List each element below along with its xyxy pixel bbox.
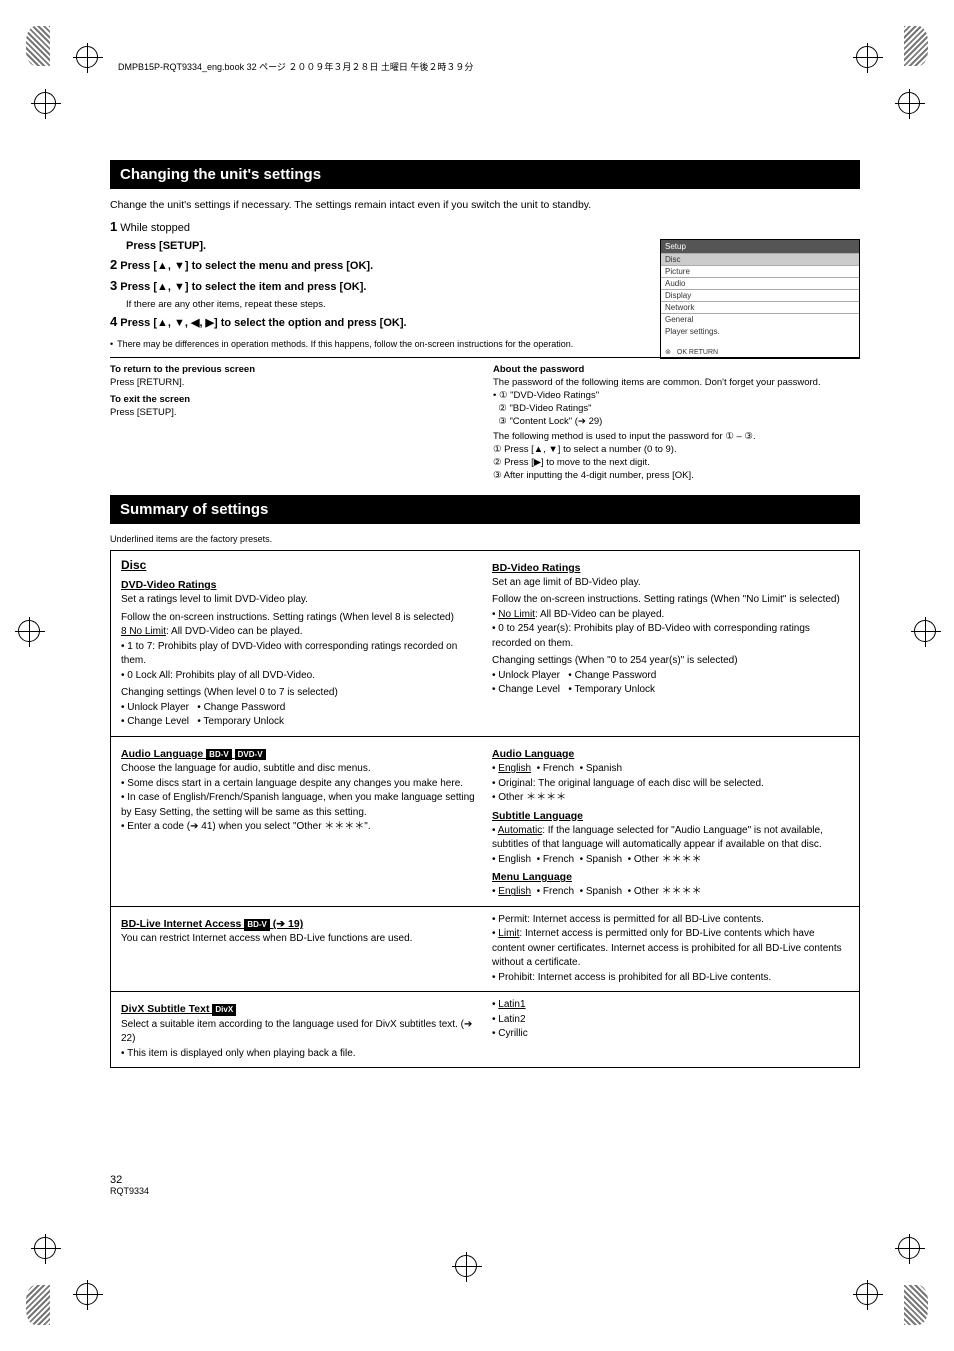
- hatch-mark: [904, 26, 928, 66]
- setting-desc: Set a ratings level to limit DVD-Video p…: [121, 593, 478, 608]
- group-head: Disc: [121, 557, 478, 574]
- setting-title: Audio Language: [492, 747, 849, 762]
- option: 0 Lock All: Prohibits play of all DVD-Vi…: [127, 670, 315, 681]
- register-mark: [76, 46, 98, 68]
- option: Internet access is permitted only for BD…: [492, 928, 842, 968]
- setting-desc: Choose the language for audio, subtitle …: [121, 762, 478, 777]
- return-title: To return to the previous screen: [110, 364, 255, 375]
- option: This item is displayed only when playing…: [127, 1048, 355, 1059]
- setting-title: DVD-Video Ratings: [121, 578, 478, 593]
- return-exit-block: To return to the previous screen Press […: [110, 364, 860, 482]
- about-password-title: About the password: [493, 364, 584, 375]
- diagram-row: Picture: [661, 265, 859, 277]
- section-title: Changing the unit's settings: [110, 160, 860, 189]
- diagram-tabs: ⊚OK RETURN: [661, 346, 859, 358]
- doc-code: RQT9334: [110, 1186, 149, 1196]
- register-mark: [856, 1283, 878, 1305]
- register-mark: [76, 1283, 98, 1305]
- hatch-mark: [26, 26, 50, 66]
- summary-intro: Underlined items are the factory presets…: [110, 534, 860, 544]
- book-header: DMPB15P-RQT9334_eng.book 32 ページ ２００９年３月２…: [118, 60, 473, 73]
- diagram-row: Disc: [661, 253, 859, 265]
- step-action: Press [▲, ▼] to select the item and pres…: [120, 281, 366, 293]
- setting-title: Subtitle Language: [492, 809, 849, 824]
- page-content: Changing the unit's settings Change the …: [110, 160, 860, 1068]
- section-title: Summary of settings: [110, 495, 860, 524]
- step-note: There may be differences in operation me…: [117, 339, 573, 349]
- step-action: Press [▲, ▼] to select the menu and pres…: [120, 260, 373, 272]
- diagram-subcaption: Player settings.: [661, 325, 859, 346]
- return-line: Press [RETURN].: [110, 377, 477, 390]
- change-note: Changing settings (When "0 to 254 year(s…: [492, 654, 849, 669]
- bullet-icon: •: [493, 390, 496, 401]
- change-note: Changing settings (When level 0 to 7 is …: [121, 686, 478, 701]
- option: Some discs start in a certain language d…: [127, 778, 463, 789]
- step-number: 1: [110, 219, 117, 234]
- divx-tag: DivX: [212, 1004, 236, 1016]
- page-number: 32: [110, 1174, 122, 1186]
- option: If the language selected for "Audio Lang…: [492, 825, 823, 851]
- exit-line: Press [SETUP].: [110, 407, 477, 420]
- setting-desc: Set an age limit of BD-Video play.: [492, 576, 849, 591]
- option: No Limit: [498, 609, 535, 620]
- pw-method: The following method is used to input th…: [493, 431, 860, 444]
- exit-title: To exit the screen: [110, 394, 190, 405]
- pw-step: Press [▲, ▼] to select a number (0 to 9)…: [504, 444, 676, 455]
- pw-item: "Content Lock" (➔ 29): [509, 416, 602, 427]
- setup-diagram: Setup Disc Picture Audio Display Network…: [660, 239, 860, 369]
- diagram-row: Network: [661, 301, 859, 313]
- step-number: 3: [110, 278, 117, 293]
- register-mark: [914, 620, 936, 642]
- option: Latin2: [498, 1014, 525, 1025]
- setting-title: Menu Language: [492, 870, 849, 885]
- diagram-row: Display: [661, 289, 859, 301]
- setting-note: Follow the on-screen instructions. Setti…: [492, 593, 849, 608]
- option: 1 to 7: Prohibits play of DVD-Video with…: [121, 641, 457, 667]
- intro-text: Change the unit's settings if necessary.…: [110, 199, 860, 211]
- option: 0 to 254 year(s): Prohibits play of BD-V…: [492, 623, 810, 649]
- setting-desc: You can restrict Internet access when BD…: [121, 932, 478, 947]
- setting-title: Audio Language BD-V DVD-V: [121, 747, 478, 762]
- register-mark: [856, 46, 878, 68]
- hatch-mark: [26, 1285, 50, 1325]
- pw-item: "BD-Video Ratings": [509, 403, 591, 414]
- step-action: Press [▲, ▼, ◀, ▶] to select the option …: [120, 317, 406, 329]
- bdv-tag: BD-V: [244, 919, 270, 931]
- register-mark: [34, 92, 56, 114]
- diagram-row: General: [661, 313, 859, 325]
- setting-title: DivX Subtitle Text DivX: [121, 1002, 478, 1017]
- option: 8 No Limit: [121, 626, 166, 637]
- option: Cyrillic: [498, 1028, 527, 1039]
- step-number: 2: [110, 257, 117, 272]
- option: In case of English/French/Spanish langua…: [121, 792, 475, 818]
- step-condition: While stopped: [120, 222, 190, 234]
- option: Enter a code (➔ 41) when you select "Oth…: [127, 821, 370, 832]
- diagram-row: Audio: [661, 277, 859, 289]
- register-mark: [18, 620, 40, 642]
- setting-title: BD-Live Internet Access BD-V (➔ 19): [121, 917, 478, 932]
- hatch-mark: [904, 1285, 928, 1325]
- step-number: 4: [110, 314, 117, 329]
- page-footer: 32 RQT9334: [110, 1174, 149, 1196]
- bdv-tag: BD-V: [206, 749, 232, 761]
- diagram-title: Setup: [661, 240, 859, 253]
- pw-item: "DVD-Video Ratings": [510, 390, 599, 401]
- option: Prohibit: Internet access is prohibited …: [498, 972, 771, 983]
- setting-title: BD-Video Ratings: [492, 561, 849, 576]
- dvdv-tag: DVD-V: [235, 749, 266, 761]
- register-mark: [34, 1237, 56, 1259]
- option: Permit: Internet access is permitted for…: [498, 914, 764, 925]
- option: Original: The original language of each …: [498, 778, 764, 789]
- setting-note: Follow the on-screen instructions. Setti…: [121, 611, 478, 626]
- setting-desc: Select a suitable item according to the …: [121, 1018, 478, 1047]
- register-mark: [455, 1255, 477, 1277]
- pw-step: Press [▶] to move to the next digit.: [504, 457, 650, 468]
- register-mark: [898, 1237, 920, 1259]
- about-password-line: The password of the following items are …: [493, 377, 860, 390]
- register-mark: [898, 92, 920, 114]
- summary-table: Disc DVD-Video Ratings Set a ratings lev…: [110, 550, 860, 1068]
- pw-step: After inputting the 4-digit number, pres…: [504, 470, 694, 481]
